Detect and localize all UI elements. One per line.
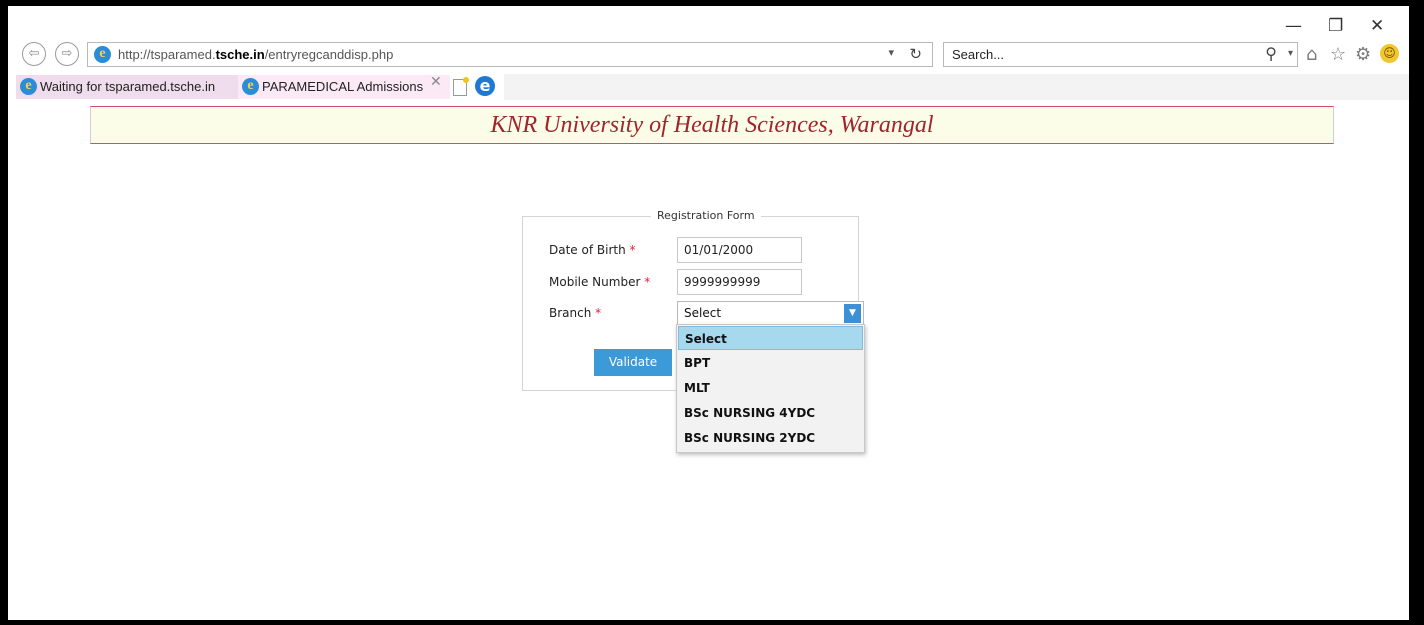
address-bar[interactable]: e http://tsparamed.tsche.in/entryregcand… <box>87 42 933 67</box>
arrow-left-icon: ⇦ <box>28 46 40 61</box>
branch-option-bsc-nursing-4ydc[interactable]: BSc NURSING 4YDC <box>678 401 863 425</box>
branch-select[interactable]: Select ▼ <box>677 301 864 326</box>
mobile-label: Mobile Number * <box>549 275 650 289</box>
address-dropdown-icon[interactable]: ▾ <box>888 46 894 59</box>
browser-window: — ❐ ✕ ⇦ ⇨ e http://tsparamed.tsche.in/en… <box>8 6 1409 620</box>
favorites-star-icon[interactable]: ☆ <box>1330 44 1346 65</box>
branch-label: Branch * <box>549 306 601 320</box>
home-icon[interactable]: ⌂ <box>1306 44 1317 65</box>
url-domain: tsche.in <box>215 47 265 62</box>
address-url[interactable]: http://tsparamed.tsche.in/entryregcanddi… <box>118 47 393 62</box>
chevron-down-icon[interactable]: ▼ <box>844 304 861 323</box>
branch-label-text: Branch <box>549 306 592 320</box>
required-marker: * <box>644 275 651 289</box>
mobile-label-text: Mobile Number <box>549 275 641 289</box>
tab-paramedical-admissions[interactable]: e PARAMEDICAL Admissions <box>238 75 450 99</box>
branch-option-bpt[interactable]: BPT <box>678 351 863 375</box>
search-placeholder: Search... <box>952 47 1005 62</box>
refresh-icon[interactable]: ↻ <box>909 45 922 63</box>
tab-strip-background <box>504 74 1409 100</box>
branch-option-select[interactable]: Select <box>678 326 863 350</box>
search-box[interactable]: Search... ⚲ ▾ <box>943 42 1298 67</box>
form-legend: Registration Form <box>651 209 761 222</box>
close-tab-icon[interactable]: ✕ <box>430 74 442 90</box>
settings-gear-icon[interactable]: ⚙ <box>1355 44 1371 65</box>
branch-option-mlt[interactable]: MLT <box>678 376 863 400</box>
back-button[interactable]: ⇦ <box>22 42 46 66</box>
search-dropdown-icon[interactable]: ▾ <box>1288 48 1293 59</box>
banner-title: KNR University of Health Sciences, Waran… <box>490 112 934 138</box>
forward-button[interactable]: ⇨ <box>55 42 79 66</box>
url-path: /entryregcanddisp.php <box>264 47 394 62</box>
url-prefix: http://tsparamed. <box>118 47 216 62</box>
ie-logo-icon: e <box>242 78 259 95</box>
branch-option-bsc-nursing-2ydc[interactable]: BSc NURSING 2YDC <box>678 426 863 450</box>
ie-logo-icon: e <box>20 78 37 95</box>
mobile-input[interactable]: 9999999999 <box>677 269 802 295</box>
ie-logo-icon: e <box>94 46 111 63</box>
tab-strip: e Waiting for tsparamed.tsche.in e PARAM… <box>8 74 504 100</box>
dob-label-text: Date of Birth <box>549 243 626 257</box>
university-banner: KNR University of Health Sciences, Waran… <box>90 106 1334 144</box>
branch-select-value: Select <box>684 306 722 320</box>
search-icon[interactable]: ⚲ <box>1265 44 1277 63</box>
tab-waiting[interactable]: e Waiting for tsparamed.tsche.in <box>16 75 238 99</box>
required-marker: * <box>595 306 602 320</box>
tab-label: Waiting for tsparamed.tsche.in <box>40 79 216 94</box>
dob-input[interactable]: 01/01/2000 <box>677 237 802 263</box>
dob-label: Date of Birth * <box>549 243 636 257</box>
new-tab-button[interactable] <box>453 77 469 96</box>
feedback-smiley-icon[interactable]: ☺ <box>1380 44 1399 63</box>
branch-dropdown-list: Select BPT MLT BSc NURSING 4YDC BSc NURS… <box>676 324 865 453</box>
arrow-right-icon: ⇨ <box>61 46 73 61</box>
validate-button[interactable]: Validate <box>594 349 672 376</box>
minimize-button[interactable]: — <box>1285 16 1302 36</box>
tab-label: PARAMEDICAL Admissions <box>262 79 424 94</box>
restore-button[interactable]: ❐ <box>1328 16 1343 36</box>
edge-logo-icon[interactable]: e <box>475 76 495 96</box>
required-marker: * <box>629 243 636 257</box>
close-window-button[interactable]: ✕ <box>1370 16 1384 36</box>
